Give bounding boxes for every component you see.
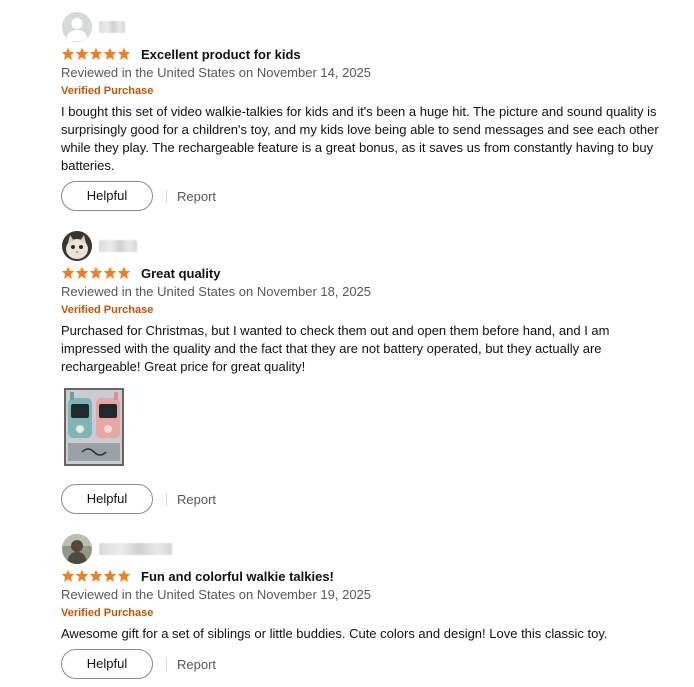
star-icon (61, 47, 75, 60)
review-title[interactable]: Fun and colorful walkie talkies! (141, 569, 334, 584)
person-photo-avatar (62, 534, 92, 564)
review-actions: Helpful Report (61, 649, 216, 679)
reviewer-name-blurred (99, 240, 137, 252)
star-icon (75, 47, 89, 60)
star-icon (103, 569, 117, 582)
divider (166, 189, 167, 203)
review-body: I bought this set of video walkie-talkie… (61, 104, 659, 173)
star-icon (61, 569, 75, 582)
review-title-row: Excellent product for kids (61, 45, 301, 63)
star-rating[interactable] (61, 266, 131, 280)
star-icon (117, 266, 131, 279)
star-icon (61, 266, 75, 279)
walkie-talkies-in-box-photo (64, 388, 124, 466)
report-link[interactable]: Report (177, 189, 216, 204)
star-rating[interactable] (61, 47, 131, 61)
star-icon (75, 569, 89, 582)
reviewer-profile[interactable] (61, 534, 681, 564)
review-card (61, 534, 681, 564)
helpful-button[interactable]: Helpful (61, 649, 153, 679)
review-date: Reviewed in the United States on Novembe… (61, 65, 372, 80)
cat-photo-avatar (62, 231, 92, 261)
star-icon (89, 266, 103, 279)
star-icon (103, 47, 117, 60)
report-link[interactable]: Report (177, 657, 216, 672)
review-body: Purchased for Christmas, but I wanted to… (61, 323, 610, 374)
reviewer-profile[interactable] (61, 231, 681, 261)
helpful-button[interactable]: Helpful (61, 484, 153, 514)
verified-purchase-badge: Verified Purchase (61, 304, 154, 316)
review-actions: Helpful Report (61, 181, 216, 211)
star-icon (103, 266, 117, 279)
review-card (61, 231, 681, 261)
divider (166, 657, 167, 671)
star-icon (117, 47, 131, 60)
report-link[interactable]: Report (177, 492, 216, 507)
review-title[interactable]: Great quality (141, 266, 220, 281)
verified-purchase-badge: Verified Purchase (61, 85, 154, 97)
review-image-thumbnail[interactable] (64, 388, 124, 466)
star-icon (75, 266, 89, 279)
reviewer-profile[interactable] (61, 12, 681, 42)
review-title-row: Fun and colorful walkie talkies! (61, 567, 334, 585)
star-icon (89, 47, 103, 60)
helpful-button[interactable]: Helpful (61, 181, 153, 211)
default-avatar-icon (62, 12, 92, 42)
review-title[interactable]: Excellent product for kids (141, 47, 301, 62)
review-date: Reviewed in the United States on Novembe… (61, 284, 372, 299)
review-date: Reviewed in the United States on Novembe… (61, 587, 372, 602)
review-body: Awesome gift for a set of siblings or li… (61, 626, 608, 641)
star-icon (117, 569, 131, 582)
review-actions: Helpful Report (61, 484, 216, 514)
divider (166, 492, 167, 506)
verified-purchase-badge: Verified Purchase (61, 607, 154, 619)
review-title-row: Great quality (61, 264, 220, 282)
reviewer-name-blurred (99, 543, 172, 555)
reviewer-name-blurred (99, 21, 125, 33)
star-icon (89, 569, 103, 582)
review-card (61, 12, 681, 42)
star-rating[interactable] (61, 569, 131, 583)
